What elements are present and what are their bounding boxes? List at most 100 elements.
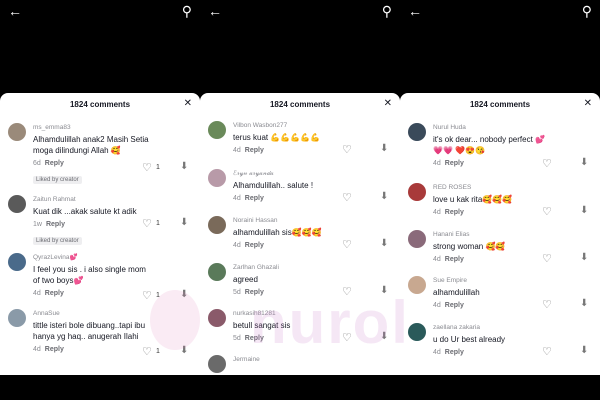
comment-text: Kuat dik ...akak salute kt adik [33,207,137,216]
avatar[interactable] [208,216,226,234]
search-icon[interactable]: ⚲ [182,3,192,19]
dislike-icon[interactable]: ⬇ [380,191,388,202]
avatar[interactable] [208,309,226,327]
heart-icon[interactable]: ♡ [342,191,352,204]
avatar[interactable] [408,230,426,248]
comment-text: love u kak rita🥰🥰🥰 [433,195,513,204]
close-icon[interactable]: ✕ [584,98,592,109]
comment-username[interactable]: Hanani Elias [433,230,553,239]
reply-button[interactable]: Reply [245,242,264,249]
heart-icon[interactable]: ♡ [542,298,552,311]
reply-button[interactable]: Reply [45,290,64,297]
reply-button[interactable]: Reply [445,209,464,216]
comment-username[interactable]: Zarlhan Ghazali [233,263,353,272]
heart-icon[interactable]: ♡ [142,345,152,358]
back-arrow-icon[interactable]: ← [8,3,22,19]
dislike-icon[interactable]: ⬇ [580,345,588,356]
comment-age: 4d [33,290,41,297]
heart-icon[interactable]: ♡ [342,238,352,251]
dislike-icon[interactable]: ⬇ [380,238,388,249]
comments-count-title: 1824 comments [469,100,531,109]
avatar[interactable] [408,323,426,341]
comments-sheet: 1824 comments ✕ Nurul Huda it's ok dear.… [400,93,600,375]
avatar[interactable] [8,123,26,141]
comment-text: alhamdulillah sis🥰🥰🥰 [233,228,322,237]
liked-by-creator-badge: Liked by creator [33,176,82,184]
heart-icon[interactable]: ♡ [342,143,352,156]
comment-username[interactable]: AnnaSue [33,309,153,318]
comment-age: 4d [233,195,241,202]
dislike-icon[interactable]: ⬇ [380,143,388,154]
comment-username[interactable]: ℰ𝓇𝓎𝓃 𝒶𝓇𝓎𝒶𝓃𝒹𝒶 [233,169,353,178]
reply-button[interactable]: Reply [245,147,264,154]
back-arrow-icon[interactable]: ← [408,3,422,19]
avatar[interactable] [208,169,226,187]
dislike-icon[interactable]: ⬇ [580,252,588,263]
dislike-icon[interactable]: ⬇ [180,217,188,228]
comment-age: 4d [433,160,441,167]
reply-button[interactable]: Reply [445,160,464,167]
comments-count-title: 1824 comments [69,100,131,109]
heart-icon[interactable]: ♡ [542,157,552,170]
comment-username[interactable]: RED ROSES [433,183,553,192]
comment-age: 4d [433,209,441,216]
heart-icon[interactable]: ♡ [542,252,552,265]
comment-username[interactable]: Vilbon Wasbon277 [233,121,353,130]
reply-button[interactable]: Reply [445,302,464,309]
comment-username[interactable]: Nurul Huda [433,123,553,132]
comment-text: alhamdulillah [433,288,480,297]
reply-button[interactable]: Reply [445,256,464,263]
avatar[interactable] [8,253,26,271]
comments-count-title: 1824 comments [269,100,331,109]
reply-button[interactable]: Reply [46,221,65,228]
dislike-icon[interactable]: ⬇ [580,205,588,216]
comment-age: 4d [233,147,241,154]
heart-icon[interactable]: ♡ [142,289,152,302]
comment-text: I feel you sis . i also single mom of tw… [33,265,146,285]
close-icon[interactable]: ✕ [184,98,192,109]
reply-button[interactable]: Reply [45,346,64,353]
heart-icon[interactable]: ♡ [542,205,552,218]
comment-username[interactable]: Noraini Hassan [233,216,353,225]
comment-age: 5d [233,335,241,342]
reply-button[interactable]: Reply [45,160,64,167]
search-icon[interactable]: ⚲ [382,3,392,19]
comment-text: tittle isteri bole dibuang..tapi ibu han… [33,321,146,341]
comment-text: it's ok dear... nobody perfect 💕💗💗 ❤️😍😘 [433,135,545,155]
avatar[interactable] [408,123,426,141]
dislike-icon[interactable]: ⬇ [580,298,588,309]
comment-username[interactable]: Zaitun Rahmat [33,195,153,204]
heart-icon[interactable]: ♡ [142,161,152,174]
bottom-bar [0,375,200,400]
top-bar: ← ⚲ [200,0,400,24]
comment-username[interactable]: zaellana zakaria [433,323,553,332]
heart-icon[interactable]: ♡ [542,345,552,358]
back-arrow-icon[interactable]: ← [208,3,222,19]
reply-button[interactable]: Reply [445,349,464,356]
comment-username[interactable]: ms_emma83 [33,123,153,132]
dislike-icon[interactable]: ⬇ [580,157,588,168]
avatar[interactable] [208,263,226,281]
avatar[interactable] [408,183,426,201]
like-count: 1 [156,348,160,355]
dislike-icon[interactable]: ⬇ [180,161,188,172]
avatar[interactable] [8,309,26,327]
comment-text: strong woman 🥰🥰 [433,242,506,251]
comment-age: 4d [433,349,441,356]
comment-text: Alhamdulillah.. salute ! [233,181,314,190]
like-count: 1 [156,164,160,171]
comment-text: Alhamdulillah anak2 Masih Setia moga dil… [33,135,149,155]
comment-username[interactable]: Sue Empire [433,276,553,285]
comment-username[interactable]: QyrazLevina💕 [33,253,153,262]
watermark-logo: nurol [250,289,410,356]
avatar[interactable] [8,195,26,213]
search-icon[interactable]: ⚲ [582,3,592,19]
heart-icon[interactable]: ♡ [142,217,152,230]
comment-age: 4d [433,256,441,263]
close-icon[interactable]: ✕ [384,98,392,109]
avatar[interactable] [208,121,226,139]
liked-by-creator-badge: Liked by creator [33,237,82,245]
avatar[interactable] [208,355,226,373]
reply-button[interactable]: Reply [245,195,264,202]
avatar[interactable] [408,276,426,294]
